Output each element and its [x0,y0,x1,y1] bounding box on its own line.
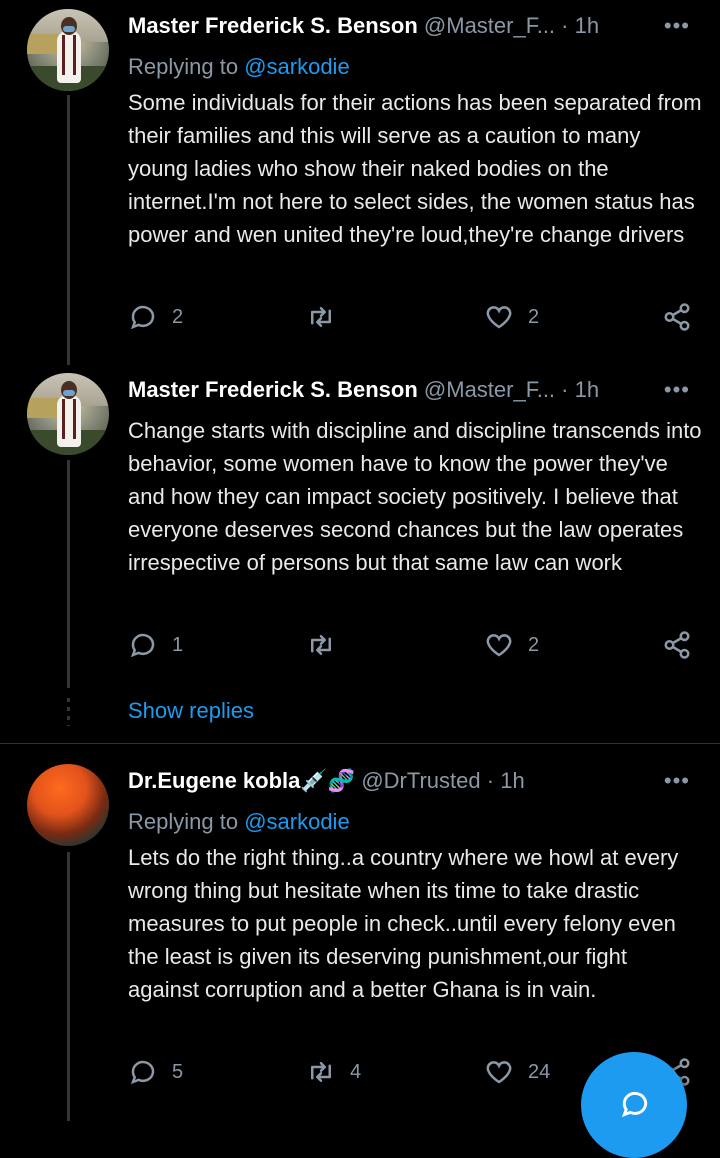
retweet-icon [311,307,331,327]
separator: · [561,13,569,38]
show-replies-link[interactable]: Show replies [128,698,254,724]
thread-line [67,95,70,365]
reply-count: 2 [172,305,184,328]
author-name[interactable]: Master Frederick S. Benson [128,13,418,38]
share-icon [664,303,690,331]
retweet-icon [311,635,331,655]
author-name[interactable]: Dr.Eugene kobla [128,768,300,793]
like-icon [486,306,512,329]
like-count: 2 [528,633,540,656]
divider [0,743,720,744]
retweet-icon [311,1062,331,1082]
share-button[interactable] [662,302,692,332]
compose-reply-icon [621,1091,648,1118]
reply-button[interactable]: 2 [128,302,183,332]
name-emoji: 💉🧬 [300,768,356,793]
timestamp[interactable]: 1h [500,768,524,793]
author-name[interactable]: Master Frederick S. Benson [128,377,418,402]
retweet-button[interactable] [306,630,350,660]
thread-continuation-dots [67,698,70,726]
more-options-icon[interactable]: ••• [664,770,690,792]
tweet-text: Change starts with discipline and discip… [128,418,702,575]
avatar[interactable] [27,764,109,846]
compose-reply-button[interactable] [581,1052,687,1158]
like-icon [486,634,512,657]
more-options-icon[interactable]: ••• [664,15,690,37]
reply-icon [130,633,155,658]
retweet-button[interactable]: 4 [306,1057,361,1087]
tweet-header: Dr.Eugene kobla💉🧬 @DrTrusted · 1h [128,768,525,794]
like-count: 24 [528,1060,551,1083]
reply-button[interactable]: 1 [128,630,183,660]
share-icon [664,631,690,659]
author-handle[interactable]: @Master_F... [424,377,555,402]
reply-icon [130,1060,155,1085]
separator: · [486,768,495,793]
tweet-text: Some individuals for their actions has b… [128,90,702,247]
thread-line [67,460,70,688]
like-count: 2 [528,305,540,328]
author-handle[interactable]: @DrTrusted [361,768,480,793]
more-options-icon[interactable]: ••• [664,379,690,401]
like-button[interactable]: 24 [484,1057,550,1087]
reply-icon [130,305,155,330]
timestamp[interactable]: 1h [575,377,599,402]
avatar[interactable] [27,373,109,455]
tweet-header: Master Frederick S. Benson @Master_F... … [128,377,599,403]
mention-link[interactable]: @sarkodie [244,809,350,834]
separator: · [561,377,569,402]
mention-link[interactable]: @sarkodie [244,54,350,79]
replying-to: Replying to @sarkodie [128,809,350,835]
share-button[interactable] [662,630,692,660]
tweet-header: Master Frederick S. Benson @Master_F... … [128,13,599,39]
like-icon [486,1061,512,1084]
tweet-text: Lets do the right thing..a country where… [128,845,679,1002]
timestamp[interactable]: 1h [575,13,599,38]
like-button[interactable]: 2 [484,630,539,660]
retweet-button[interactable] [306,302,350,332]
reply-button[interactable]: 5 [128,1057,183,1087]
thread-line [67,852,70,1121]
avatar[interactable] [27,9,109,91]
retweet-count: 4 [350,1060,362,1083]
author-handle[interactable]: @Master_F... [424,13,555,38]
action-bar: 1 2 [128,630,698,666]
reply-count: 5 [172,1060,184,1083]
reply-count: 1 [172,633,184,656]
replying-prefix: Replying to [128,809,245,834]
replying-prefix: Replying to [128,54,245,79]
action-bar: 2 2 [128,302,698,338]
replying-to: Replying to @sarkodie [128,54,350,80]
like-button[interactable]: 2 [484,302,539,332]
